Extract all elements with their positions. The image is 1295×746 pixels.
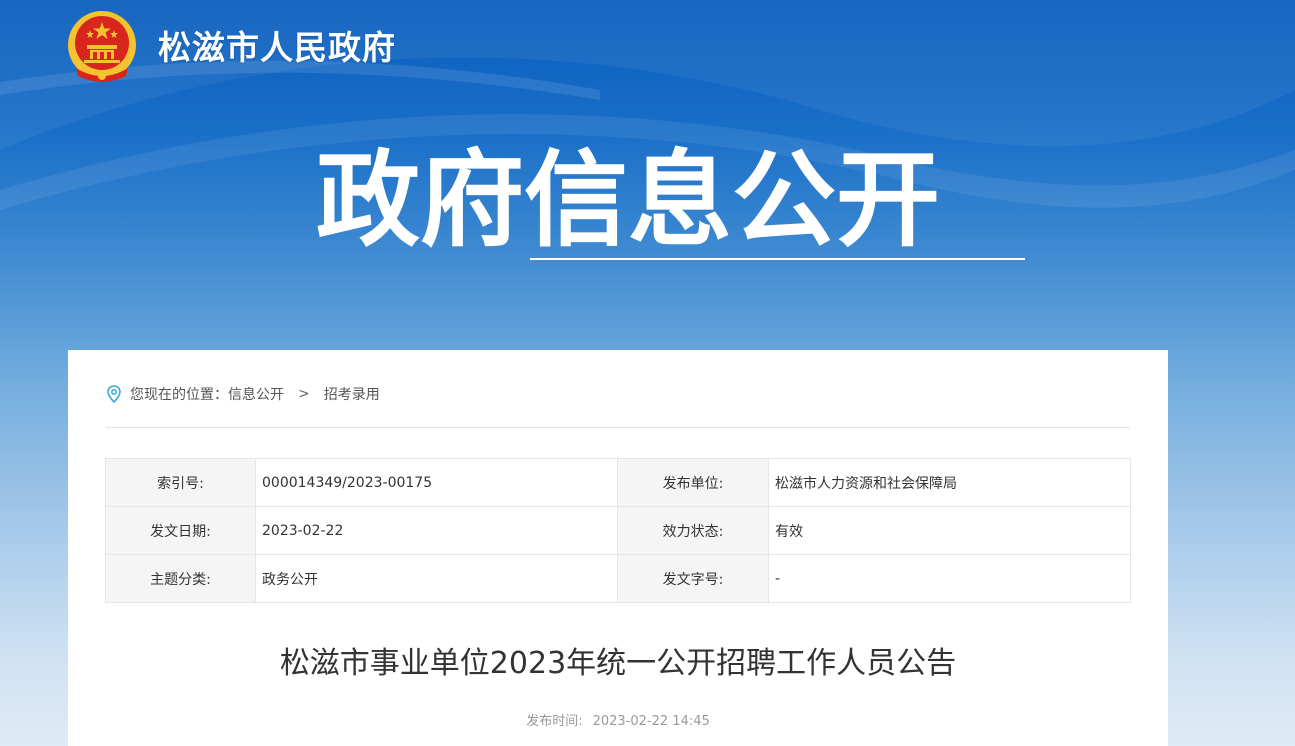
hero-title: 政府信息公开 <box>316 139 941 261</box>
breadcrumb-item-info-disclosure[interactable]: 信息公开 <box>228 384 284 404</box>
table-row: 主题分类: 政务公开 发文字号: - <box>105 554 1131 603</box>
meta-label-publisher: 发布单位: <box>617 458 769 507</box>
site-title[interactable]: 松滋市人民政府 <box>158 26 396 70</box>
breadcrumb-separator: > <box>298 386 310 402</box>
table-row: 发文日期: 2023-02-22 效力状态: 有效 <box>105 506 1131 555</box>
meta-value-topic: 政务公开 <box>255 554 618 603</box>
hero-underline <box>530 258 1025 260</box>
publish-time-value: 2023-02-22 14:45 <box>592 714 710 729</box>
meta-label-topic: 主题分类: <box>105 554 256 603</box>
publish-time-label: 发布时间: <box>526 714 583 729</box>
meta-value-publisher: 松滋市人力资源和社会保障局 <box>768 458 1131 507</box>
meta-value-issue-date: 2023-02-22 <box>255 506 618 555</box>
meta-label-index-number: 索引号: <box>105 458 256 507</box>
meta-value-validity: 有效 <box>768 506 1131 555</box>
article-title: 松滋市事业单位2023年统一公开招聘工作人员公告 <box>279 646 957 681</box>
breadcrumb-item-recruitment[interactable]: 招考录用 <box>324 384 380 404</box>
breadcrumb-prefix: 您现在的位置： <box>130 387 228 403</box>
meta-label-document-number: 发文字号: <box>617 554 769 603</box>
site-header: 松滋市人民政府 <box>0 0 1295 100</box>
breadcrumb: 您现在的位置： 信息公开 > 招考录用 <box>106 384 380 404</box>
breadcrumb-divider <box>106 427 1130 428</box>
document-meta-table: 索引号: 000014349/2023-00175 发布单位: 松滋市人力资源和… <box>105 458 1131 603</box>
meta-value-document-number: - <box>768 554 1131 603</box>
publish-time: 发布时间: 2023-02-22 14:45 <box>68 710 1168 729</box>
meta-label-issue-date: 发文日期: <box>105 506 256 555</box>
table-row: 索引号: 000014349/2023-00175 发布单位: 松滋市人力资源和… <box>105 458 1131 507</box>
meta-value-index-number: 000014349/2023-00175 <box>255 458 618 507</box>
national-emblem-icon <box>68 11 136 82</box>
content-panel: 您现在的位置： 信息公开 > 招考录用 索引号: 000014349/2023-… <box>68 350 1168 746</box>
meta-label-validity: 效力状态: <box>617 506 769 555</box>
location-pin-icon <box>107 385 121 403</box>
